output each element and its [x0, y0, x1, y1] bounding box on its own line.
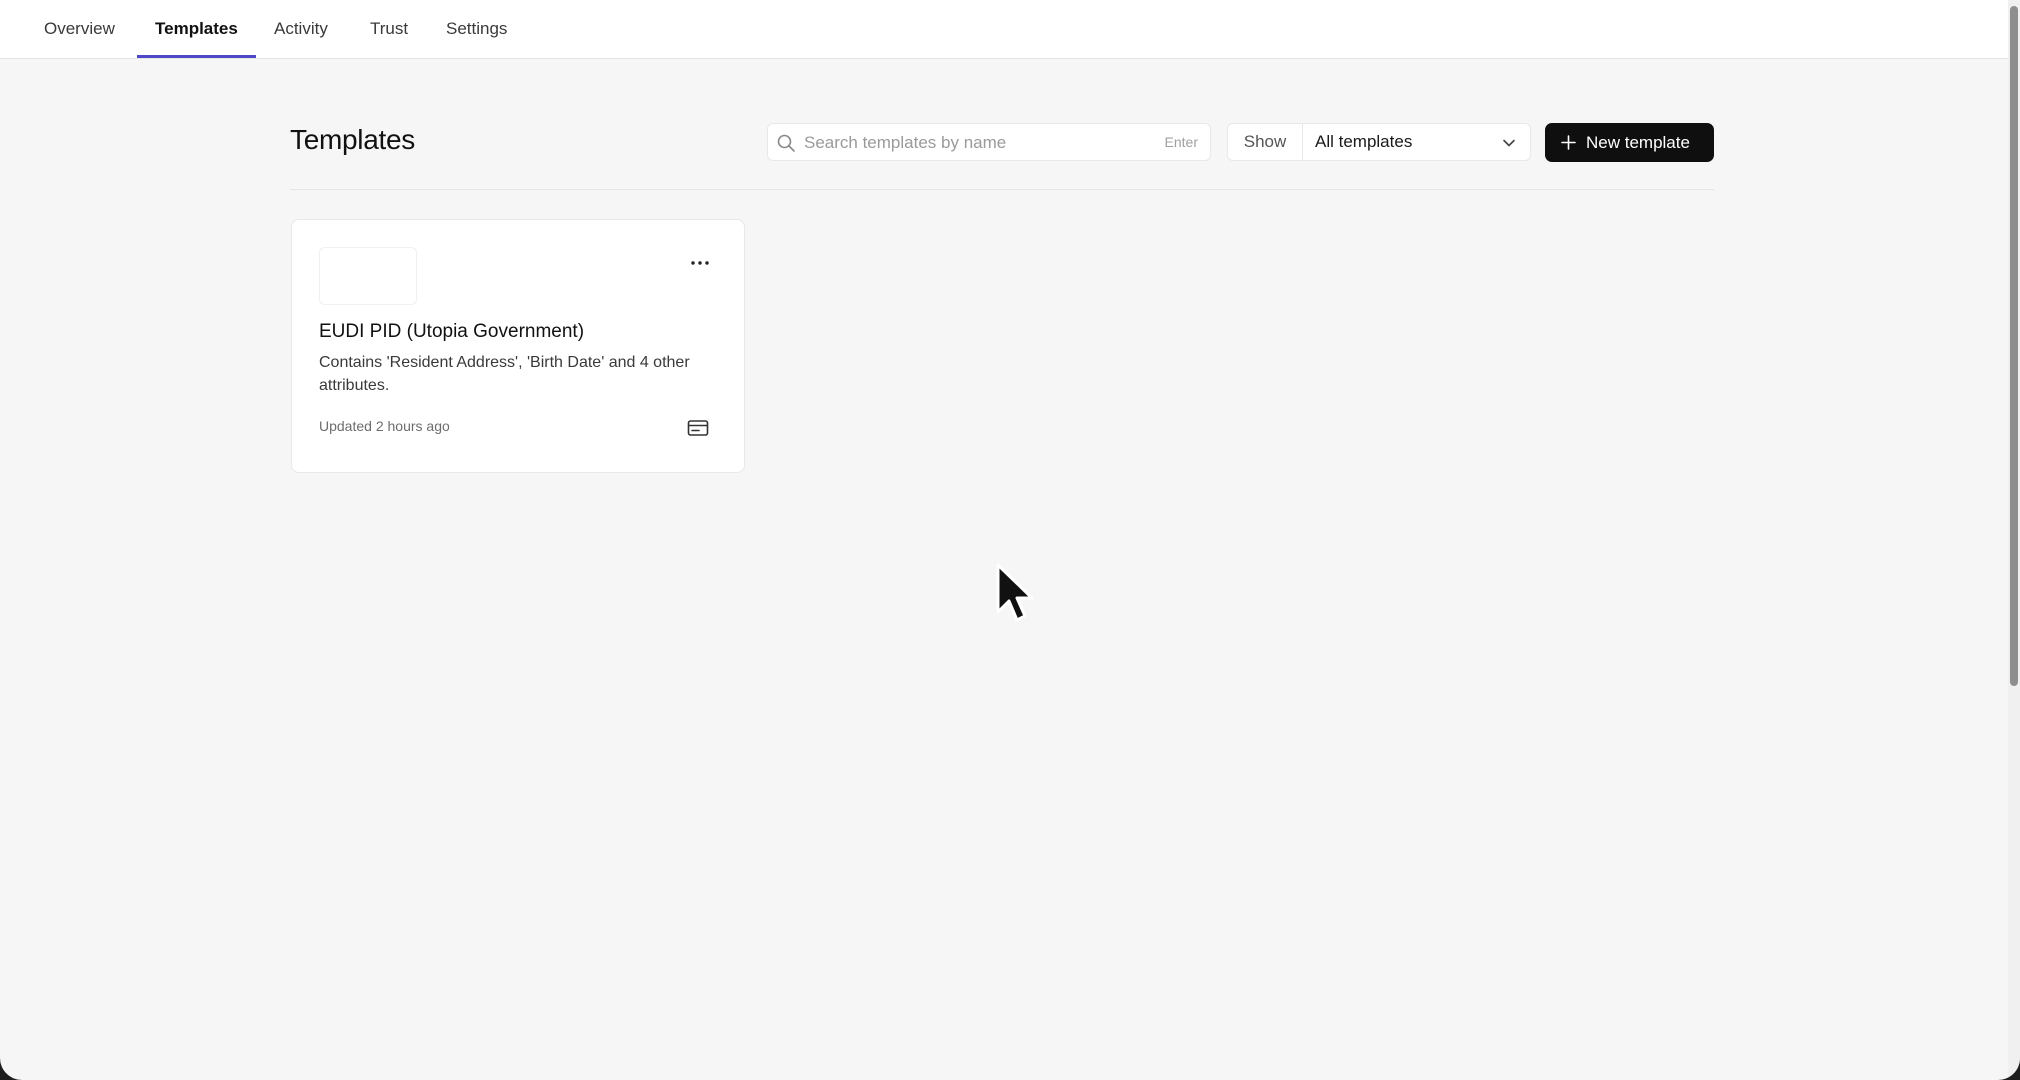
chevron-down-icon [1503, 139, 1515, 147]
plus-icon [1561, 135, 1576, 150]
tab-overview[interactable]: Overview [44, 0, 115, 57]
new-template-label: New template [1586, 133, 1690, 152]
header-divider [290, 189, 1714, 190]
card-more-button[interactable] [684, 249, 716, 277]
filter-label: Show [1228, 124, 1303, 160]
tab-activity[interactable]: Activity [274, 0, 328, 57]
template-card[interactable]: EUDI PID (Utopia Government) Contains 'R… [291, 219, 745, 473]
search-icon [777, 134, 795, 152]
app-window: Overview Templates Activity Trust Settin… [0, 0, 2020, 1080]
credit-card-icon [687, 420, 709, 436]
template-description: Contains 'Resident Address', 'Birth Date… [319, 354, 690, 394]
tab-settings[interactable]: Settings [446, 0, 507, 57]
search-box[interactable]: Enter [767, 123, 1211, 161]
more-horizontal-icon [691, 261, 709, 265]
scrollbar-thumb[interactable] [2010, 6, 2018, 686]
new-template-button[interactable]: New template [1545, 123, 1714, 162]
template-filter-select[interactable]: All templates [1303, 124, 1530, 160]
vertical-scrollbar[interactable] [2008, 0, 2020, 1080]
mouse-pointer-icon [996, 563, 1034, 622]
template-logo-placeholder [319, 247, 417, 305]
search-input[interactable] [802, 125, 1136, 161]
template-updated-time: Updated 2 hours ago [319, 418, 450, 434]
top-navigation: Overview Templates Activity Trust Settin… [0, 0, 2008, 59]
active-tab-indicator [137, 55, 256, 58]
tab-templates[interactable]: Templates [155, 0, 238, 57]
tab-trust[interactable]: Trust [370, 0, 408, 57]
page-title: Templates [290, 124, 415, 155]
template-filter: Show All templates [1227, 123, 1531, 161]
filter-selected-value: All templates [1315, 132, 1413, 151]
enter-key-hint: Enter [1164, 134, 1198, 150]
template-title: EUDI PID (Utopia Government) [319, 321, 585, 342]
